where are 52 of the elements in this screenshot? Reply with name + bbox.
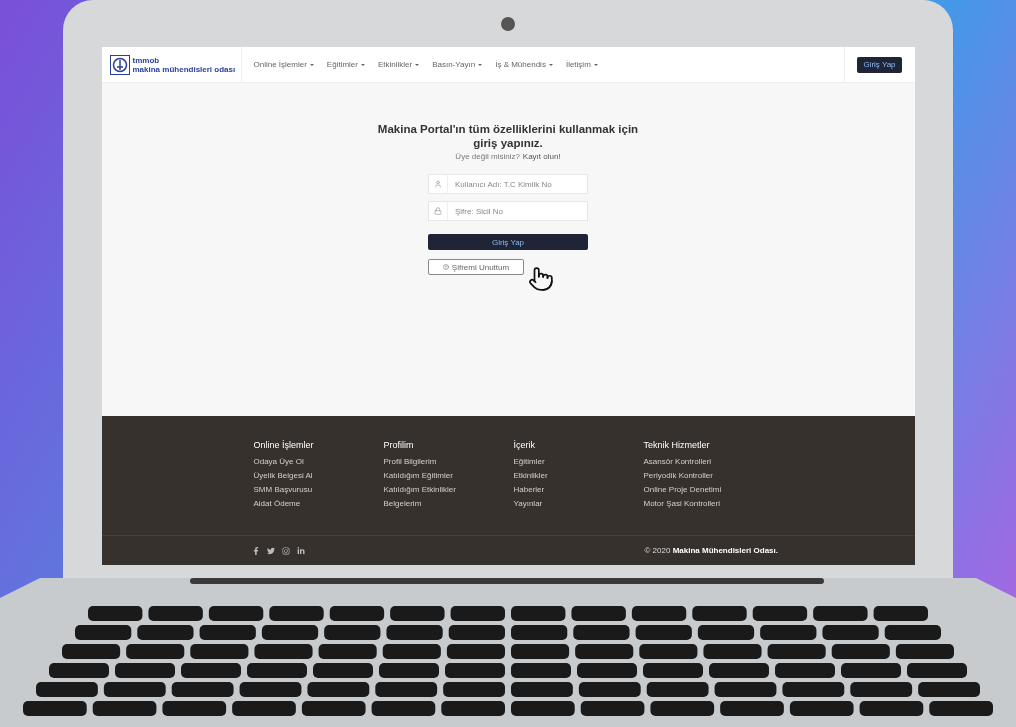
lock-icon (434, 207, 442, 215)
login-button[interactable]: Giriş Yap (857, 56, 902, 73)
footer-heading: Online İşlemler (253, 440, 315, 450)
nav-menu-item[interactable]: Eğitimler (326, 60, 365, 69)
logo-text: tmmob (132, 55, 161, 65)
footer-link[interactable]: Asansör Kontrolleri (643, 457, 774, 466)
caret-icon (361, 63, 365, 66)
footer-link[interactable]: Profil Bilgilerim (383, 457, 514, 466)
caret-icon (548, 63, 553, 66)
caret-icon (478, 63, 483, 66)
nav-menu-item[interactable]: İş & Mühendis (495, 60, 553, 69)
hand-cursor-icon (527, 266, 554, 292)
nav-menu-item[interactable]: Online İşlemler (253, 60, 314, 69)
linkedin-icon[interactable] (296, 546, 305, 555)
footer-link[interactable]: Periyodik Kontroller (643, 471, 774, 480)
footer-link[interactable]: Haberler (513, 485, 644, 494)
camera-icon (501, 17, 515, 31)
nav-menu-item[interactable]: İletişim (565, 60, 598, 69)
footer-link[interactable]: Katıldığım Eğitimler (383, 471, 514, 480)
username-field[interactable]: Kullanıcı Adı: T.C Kimlik No (448, 174, 588, 194)
logo-text: makina mühendisleri odası (132, 64, 236, 74)
footer-heading: Teknik Hizmetler (643, 440, 711, 450)
register-link[interactable]: Kayıt olun! (522, 152, 561, 161)
footer-link[interactable]: Eğitimler (513, 457, 644, 466)
footer-link[interactable]: Odaya Üye Ol (253, 457, 384, 466)
subtitle-text: Üye değil misiniz? (455, 152, 520, 161)
footer-link[interactable]: Üyelik Belgesi Al (253, 471, 384, 480)
caret-icon (309, 63, 314, 66)
logo-icon (109, 54, 130, 75)
footer-link[interactable]: Online Proje Denetimi (643, 485, 774, 494)
footer-link[interactable]: Aidat Ödeme (253, 499, 384, 508)
footer-link[interactable]: Motor Şasi Kontrolleri (643, 499, 774, 508)
caret-icon (415, 63, 420, 66)
forgot-password-button[interactable]: Şifremi Unuttum (428, 259, 524, 275)
footer-link[interactable]: Katıldığım Etkinlikler (383, 485, 514, 494)
footer-heading: Profilim (383, 440, 415, 450)
twitter-icon[interactable] (266, 546, 275, 555)
login-heading: Makina Portal'ın tüm özelliklerini kullanmak için giriş yapınız. (376, 122, 640, 150)
submit-button[interactable]: Giriş Yap (428, 234, 588, 250)
caret-icon (593, 63, 598, 66)
instagram-icon[interactable] (281, 546, 290, 555)
password-field[interactable]: Şifre: Sicil No (448, 201, 588, 221)
nav-menu-item[interactable]: Etkinlikler (378, 60, 420, 69)
footer-link[interactable]: SMM Başvurusu (253, 485, 384, 494)
nav-menu-item[interactable]: Basın-Yayın (432, 60, 483, 69)
copyright-text: © 2020 Makina Mühendisleri Odası. (644, 546, 778, 555)
footer-link[interactable]: Belgelerim (383, 499, 514, 508)
footer-link[interactable]: Yayınlar (513, 499, 644, 508)
user-icon (434, 180, 442, 188)
footer-heading: İçerik (513, 440, 536, 450)
facebook-icon[interactable] (251, 546, 260, 555)
footer-link[interactable]: Etkinlikler (513, 471, 644, 480)
